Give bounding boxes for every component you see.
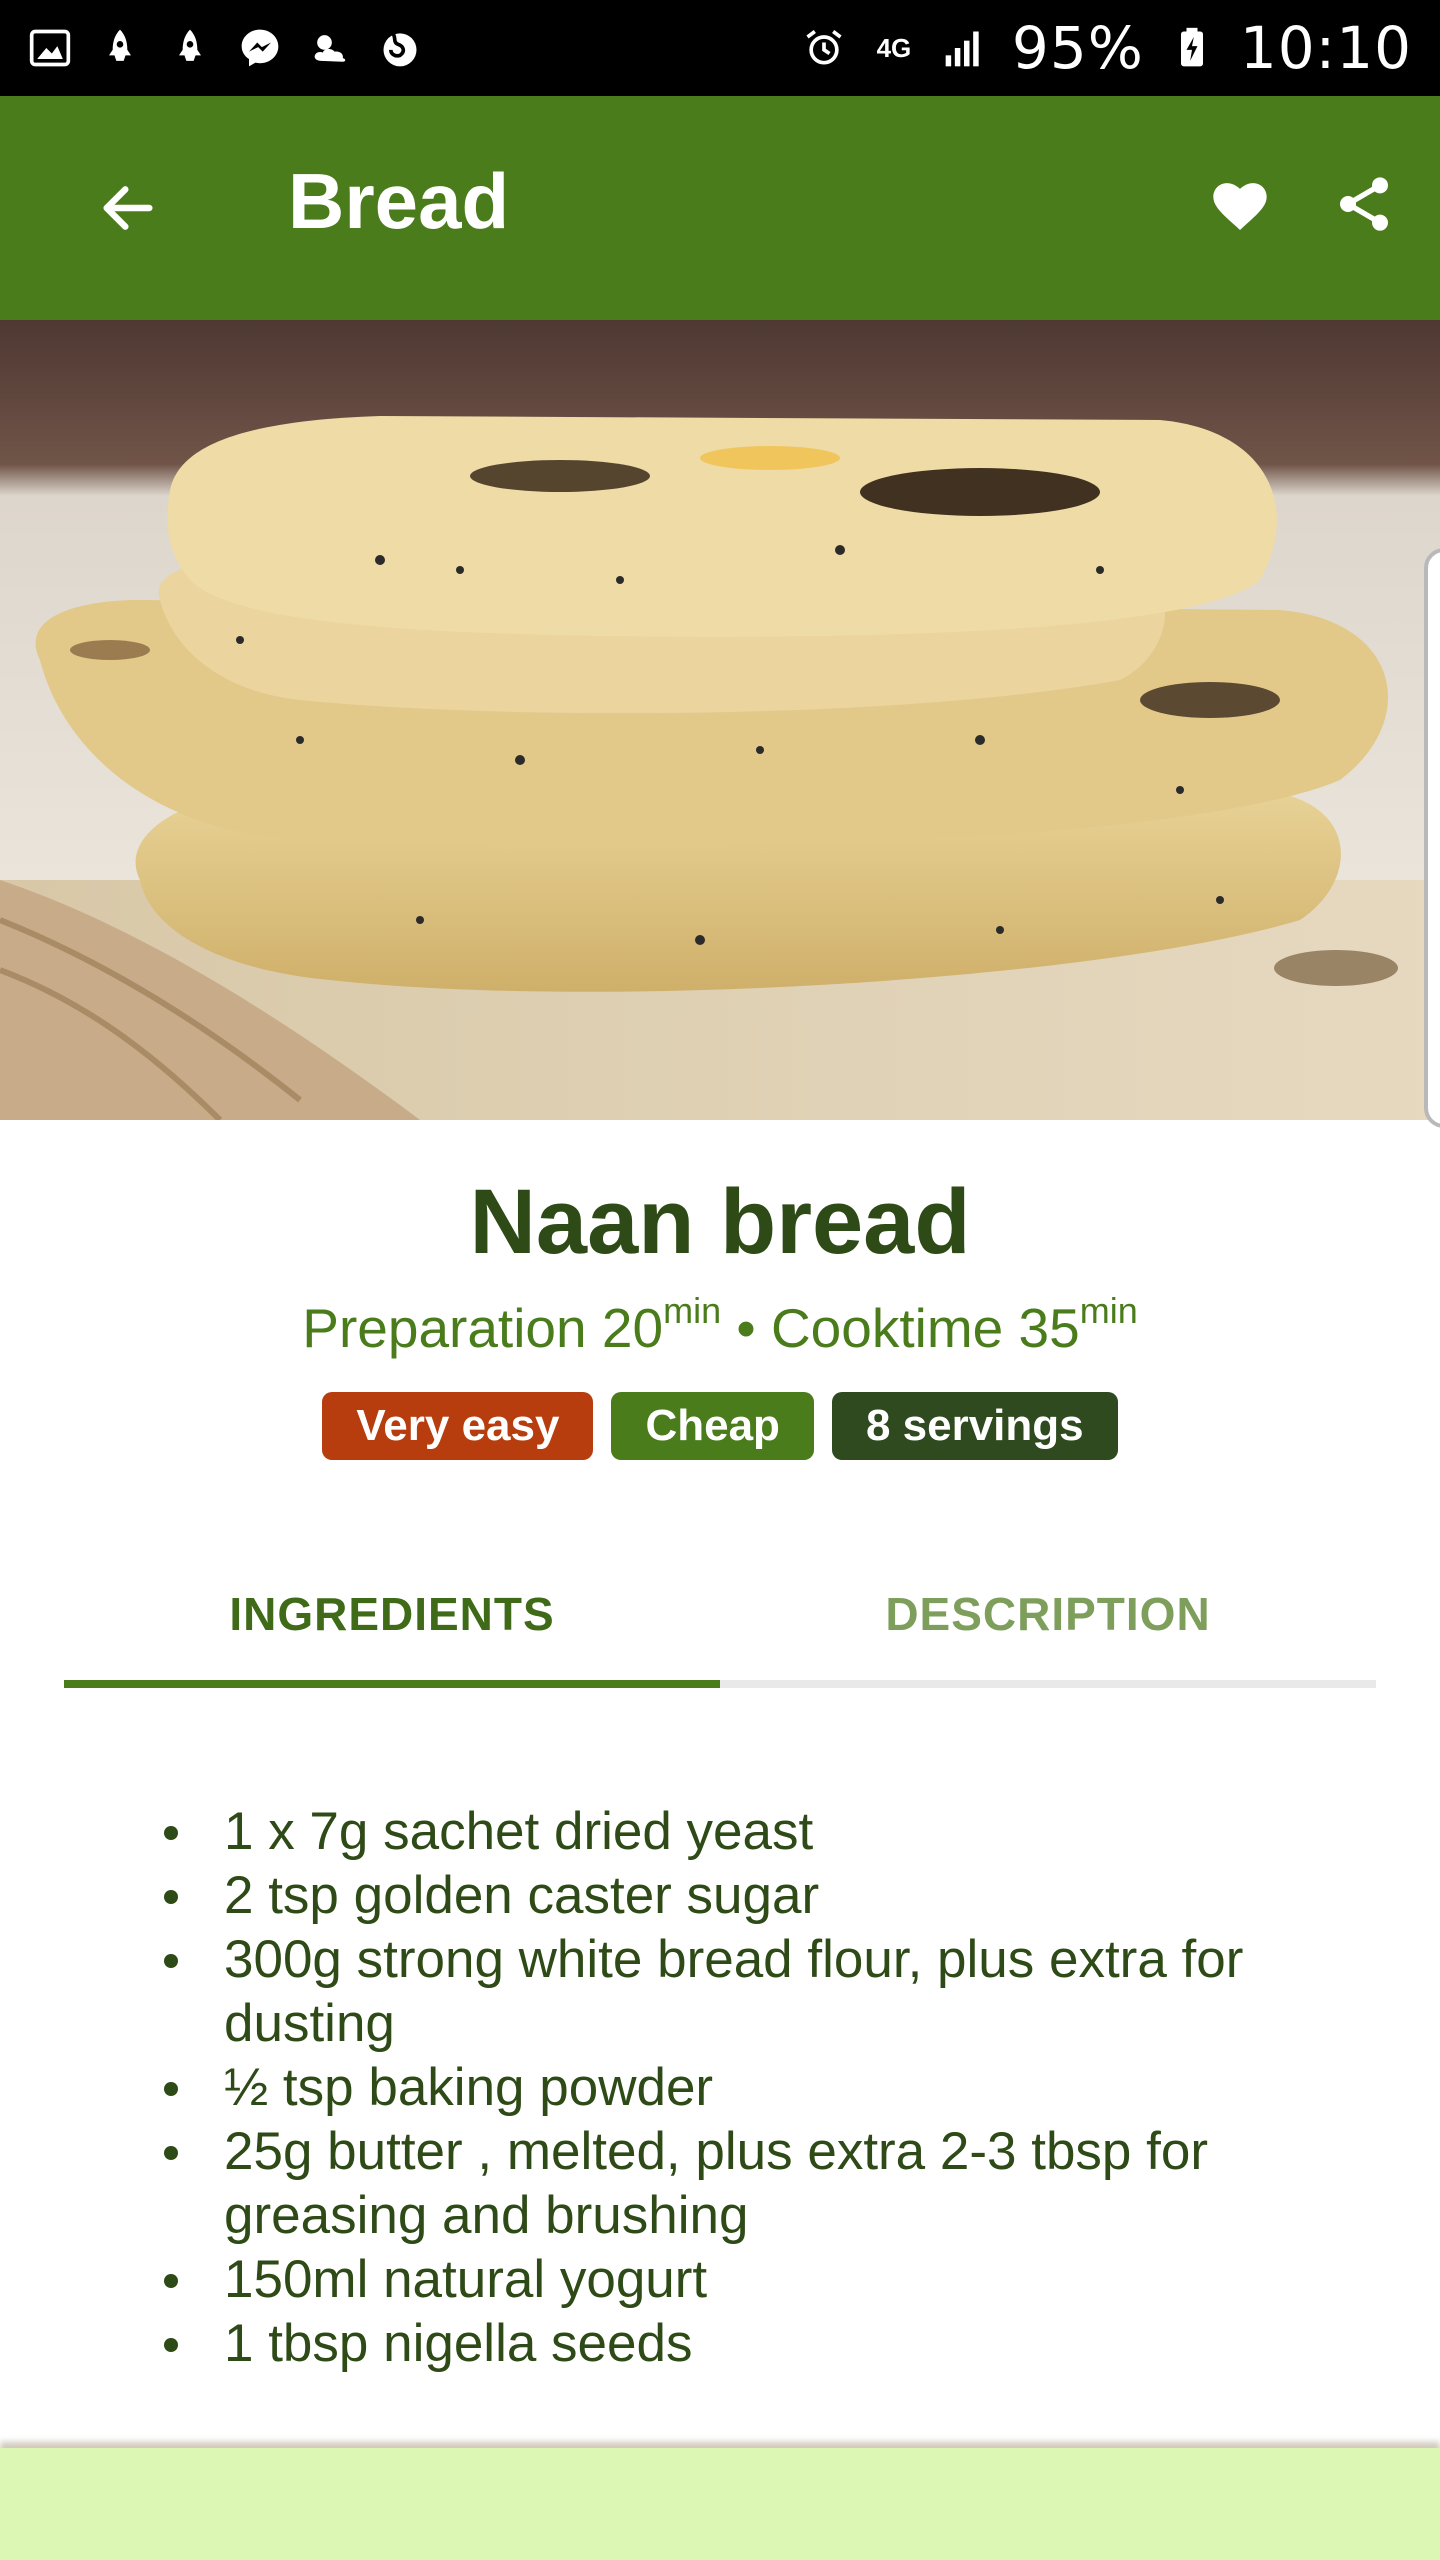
servings-badge: 8 servings: [831, 1392, 1118, 1460]
ingredients-list: 1 x 7g sachet dried yeast 2 tsp golden c…: [160, 1800, 1350, 2376]
prep-unit: min: [663, 1290, 722, 1331]
gallery-icon: [28, 26, 72, 70]
bottom-panel: [0, 2448, 1440, 2560]
recipe-image: [0, 320, 1440, 1120]
alarm-icon: [802, 26, 846, 70]
share-icon: [1340, 177, 1388, 231]
recipe-title: Naan bread: [469, 1171, 971, 1273]
ingredient-item: 1 x 7g sachet dried yeast: [160, 1800, 1350, 1864]
battery-charging-icon: [1170, 26, 1214, 70]
tab-description[interactable]: DESCRIPTION: [720, 1546, 1376, 1682]
network-4g-icon: 4G: [876, 33, 912, 63]
rocket-icon: [168, 26, 212, 70]
back-button[interactable]: [90, 174, 166, 242]
prep-value: 20: [601, 1297, 664, 1359]
cook-value: 35: [1018, 1297, 1080, 1359]
cost-badge: Cheap: [611, 1392, 814, 1460]
prep-label: Preparation: [302, 1297, 587, 1359]
recipe-badges: Very easy Cheap 8 servings: [0, 1392, 1440, 1460]
ingredient-item: 1 tbsp nigella seeds: [160, 2312, 1350, 2376]
app-bar: Bread: [0, 96, 1440, 320]
cook-label: Cooktime: [770, 1297, 1004, 1359]
ingredient-item: 150ml natural yogurt: [160, 2248, 1350, 2312]
rocket-icon: [98, 26, 142, 70]
weather-icon: [308, 26, 352, 70]
ingredient-item: 2 tsp golden caster sugar: [160, 1864, 1350, 1928]
messenger-icon: [238, 26, 282, 70]
status-bar: 4G 95% 10:10: [0, 0, 1440, 96]
signal-icon: [942, 26, 986, 70]
ingredient-item: 300g strong white bread flour, plus extr…: [160, 1928, 1350, 2056]
cook-unit: min: [1079, 1290, 1138, 1331]
status-notifications: [28, 26, 422, 70]
difficulty-badge: Very easy: [322, 1392, 594, 1460]
tab-ingredients[interactable]: INGREDIENTS: [64, 1546, 720, 1682]
app-bar-title: Bread: [288, 157, 510, 245]
scroll-handle[interactable]: [1424, 548, 1440, 1128]
favorite-button[interactable]: [1202, 168, 1278, 244]
clock: 10:10: [1239, 14, 1412, 82]
heart-icon: [1213, 183, 1267, 230]
ingredient-item: ½ tsp baking powder: [160, 2056, 1350, 2120]
battery-percent: 95%: [1011, 14, 1144, 82]
recipe-times: Preparation 20min • Cooktime 35min: [0, 1290, 1440, 1360]
share-button[interactable]: [1326, 166, 1402, 242]
status-system: 4G 95% 10:10: [802, 14, 1412, 82]
tab-indicator: [64, 1680, 720, 1688]
recipe-tabs: INGREDIENTS DESCRIPTION: [64, 1546, 1376, 1690]
time-separator: •: [736, 1297, 756, 1359]
ingredient-item: 25g butter , melted, plus extra 2-3 tbsp…: [160, 2120, 1350, 2248]
firefox-icon: [378, 26, 422, 70]
naan-bread-photo: [0, 320, 1440, 1120]
arrow-back-icon: [103, 186, 153, 230]
